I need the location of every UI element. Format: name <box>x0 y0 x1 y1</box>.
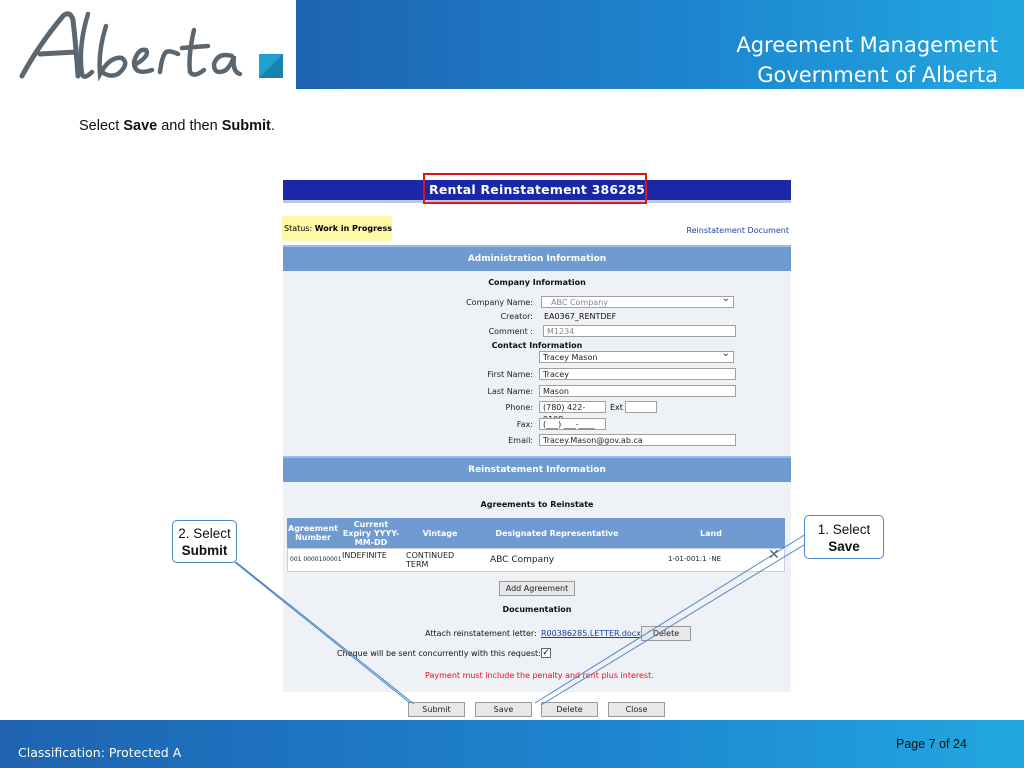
attach-letter-label: Attach reinstatement letter: <box>425 629 537 638</box>
cheque-checkbox[interactable]: ✓ <box>541 648 551 658</box>
delete-button[interactable]: Delete <box>541 702 598 717</box>
admin-panel: Company Information Company Name: ABC Co… <box>283 271 791 456</box>
col-agreement-number: Agreement Number <box>288 524 338 542</box>
status-badge: Status: Work in Progress <box>282 216 392 241</box>
footer-classification: Classification: Protected A <box>18 745 182 760</box>
agreements-heading: Agreements to Reinstate <box>480 500 594 509</box>
header: Agreement Management Government of Alber… <box>0 0 1024 89</box>
company-name-label: Company Name: <box>466 298 533 307</box>
reinstatement-document-link[interactable]: Reinstatement Document <box>686 226 789 235</box>
delete-row-icon[interactable]: ✕ <box>768 548 780 562</box>
footer-page-number: Page 7 of 24 <box>896 737 967 751</box>
callout-submit-line1: 2. Select <box>178 526 231 541</box>
attached-file-link[interactable]: R00386285.LETTER.docx <box>541 629 641 638</box>
callout-submit-line2: Submit <box>181 543 228 558</box>
first-name-input[interactable]: Tracey <box>539 368 736 380</box>
callout-save: 1. Select Save <box>804 515 884 559</box>
contact-info-heading: Contact Information <box>491 341 583 350</box>
row-expiry: INDEFINITE <box>342 551 387 560</box>
payment-note: Payment must include the penalty and ren… <box>425 671 654 680</box>
instruction-save: Save <box>123 118 158 134</box>
header-title-line1: Agreement Management <box>736 33 998 57</box>
row-agreement-number: 001 0000100001 <box>290 556 342 563</box>
company-info-heading: Company Information <box>488 278 586 287</box>
title-highlight-box <box>423 173 647 204</box>
last-name-label: Last Name: <box>487 387 533 396</box>
phone-input[interactable]: (780) 422-9108 <box>539 401 606 424</box>
table-row[interactable]: 001 0000100001 INDEFINITE CONTINUED TERM… <box>287 548 785 572</box>
save-button[interactable]: Save <box>475 702 532 717</box>
admin-section-header: Administration Information <box>283 245 791 271</box>
delete-file-button[interactable]: Delete <box>641 626 691 641</box>
col-current-expiry: Current Expiry YYYY-MM-DD <box>342 519 400 547</box>
footer-band <box>0 720 1024 768</box>
close-button[interactable]: Close <box>608 702 665 717</box>
phone-label: Phone: <box>505 403 533 412</box>
email-label: Email: <box>508 436 533 445</box>
col-vintage: Vintage <box>422 528 458 538</box>
submit-button[interactable]: Submit <box>408 702 465 717</box>
contact-select[interactable]: Tracey Mason <box>539 348 734 363</box>
header-title-line2: Government of Alberta <box>757 63 998 87</box>
callout-save-line2: Save <box>828 539 860 554</box>
col-land: Land <box>700 528 722 538</box>
instruction-suffix: . <box>270 118 275 134</box>
status-value: Work in Progress <box>314 224 392 233</box>
row-representative: ABC Company <box>490 555 555 565</box>
company-name-select[interactable]: ABC Company <box>541 293 734 308</box>
last-name-input[interactable]: Mason <box>539 385 736 397</box>
creator-label: Creator: <box>500 312 533 321</box>
comment-label: Comment : <box>488 327 533 336</box>
documentation-heading: Documentation <box>502 605 572 614</box>
first-name-label: First Name: <box>487 370 533 379</box>
callout-save-line1: 1. Select <box>817 522 871 537</box>
col-designated-representative: Designated Representative <box>495 528 619 538</box>
callout-submit: 2. Select Submit <box>172 520 237 563</box>
header-title: Agreement Management Government of Alber… <box>736 30 998 90</box>
ext-label: Ext <box>610 403 623 412</box>
row-vintage: CONTINUED TERM <box>406 551 455 569</box>
email-input[interactable]: Tracey.Mason@gov.ab.ca <box>539 434 736 446</box>
company-name-value: ABC Company <box>551 298 609 307</box>
fax-input[interactable]: (___) ___-____ <box>539 418 606 430</box>
comment-input[interactable]: M1234 <box>543 325 736 337</box>
add-agreement-button[interactable]: Add Agreement <box>499 581 575 596</box>
ext-input[interactable] <box>625 401 657 413</box>
agreements-table-header: Agreement Number Current Expiry YYYY-MM-… <box>287 518 785 548</box>
instruction-middle: and then <box>157 118 222 134</box>
instruction-text: Select Save and then Submit. <box>79 118 275 134</box>
cheque-label: Cheque will be sent concurrently with th… <box>337 649 541 658</box>
row-land: 1-01-001:1 -NE <box>668 555 721 563</box>
reinstatement-section-header: Reinstatement Information <box>283 456 791 482</box>
fax-label: Fax: <box>516 420 533 429</box>
status-label: Status: <box>284 224 313 233</box>
creator-value: EA0367_RENTDEF <box>544 312 617 321</box>
screenshot-form: Rental Reinstatement 386285 Status: Work… <box>277 168 795 721</box>
alberta-logo <box>18 6 288 91</box>
instruction-prefix: Select <box>79 118 124 134</box>
instruction-submit: Submit <box>221 118 271 134</box>
